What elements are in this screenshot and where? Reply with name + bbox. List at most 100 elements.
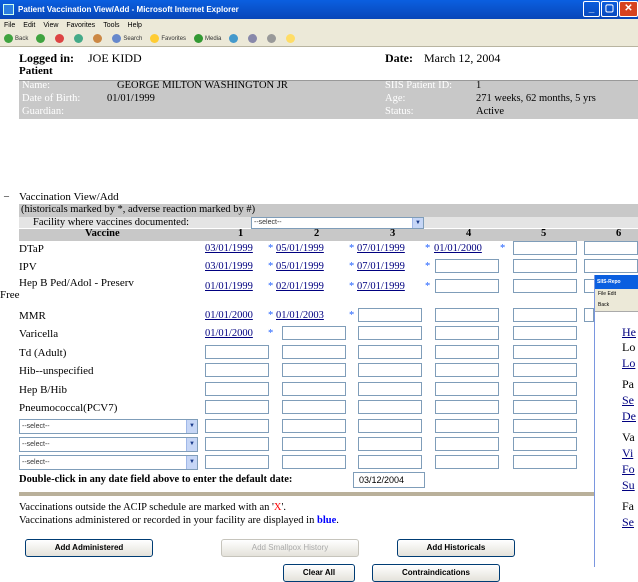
- date-input-cell[interactable]: [282, 326, 346, 340]
- date-input-cell[interactable]: [282, 437, 346, 451]
- history-button[interactable]: [229, 34, 240, 43]
- search-button[interactable]: Search: [112, 34, 142, 43]
- minimize-button[interactable]: _: [583, 1, 600, 17]
- popup-link-search[interactable]: Se: [622, 393, 634, 408]
- date-input-cell[interactable]: [435, 382, 499, 396]
- stop-button[interactable]: [55, 34, 66, 43]
- date-input-cell[interactable]: [205, 345, 269, 359]
- add-smallpox-history-button[interactable]: Add Smallpox History: [221, 539, 359, 557]
- popup-link-summary[interactable]: Su: [622, 478, 635, 493]
- date-input-cell[interactable]: [205, 400, 269, 414]
- date-input-cell[interactable]: [358, 345, 422, 359]
- date-input-cell[interactable]: [358, 326, 422, 340]
- date-input-cell[interactable]: [205, 382, 269, 396]
- date-input-cell[interactable]: [205, 455, 269, 469]
- vaccination-date-link[interactable]: 01/01/2003: [276, 310, 324, 321]
- popup-link-forecast[interactable]: Fo: [622, 462, 635, 477]
- date-input-cell[interactable]: [358, 363, 422, 377]
- date-input-cell[interactable]: [358, 455, 422, 469]
- date-input-cell[interactable]: [358, 308, 422, 322]
- vaccination-date-link[interactable]: 07/01/1999: [357, 281, 405, 292]
- facility-select[interactable]: --select-- ▼: [251, 217, 424, 229]
- vaccination-date-link[interactable]: 03/01/1999: [205, 261, 253, 272]
- menu-tools[interactable]: Tools: [103, 22, 119, 29]
- vaccination-date-link[interactable]: 05/01/1999: [276, 243, 324, 254]
- date-input-cell[interactable]: [282, 345, 346, 359]
- menu-view[interactable]: View: [43, 22, 58, 29]
- date-input-cell[interactable]: [513, 419, 577, 433]
- vaccination-date-link[interactable]: 02/01/1999: [276, 281, 324, 292]
- default-date-input[interactable]: 03/12/2004: [353, 472, 425, 488]
- date-input-cell[interactable]: [205, 419, 269, 433]
- date-input-cell[interactable]: [584, 308, 594, 322]
- date-input-cell[interactable]: [513, 382, 577, 396]
- vaccination-date-link[interactable]: 07/01/1999: [357, 261, 405, 272]
- menu-help[interactable]: Help: [128, 22, 142, 29]
- date-input-cell[interactable]: [513, 437, 577, 451]
- vaccination-date-link[interactable]: 01/01/2000: [205, 310, 253, 321]
- edit-button[interactable]: [286, 34, 297, 43]
- date-input-cell[interactable]: [435, 437, 499, 451]
- forward-button[interactable]: [36, 34, 47, 43]
- date-input-cell[interactable]: [513, 455, 577, 469]
- menu-favorites[interactable]: Favorites: [66, 22, 95, 29]
- date-input-cell[interactable]: [205, 437, 269, 451]
- date-input-cell[interactable]: [513, 363, 577, 377]
- date-input-cell[interactable]: [435, 308, 499, 322]
- date-input-cell[interactable]: [584, 259, 638, 273]
- date-input-cell[interactable]: [358, 382, 422, 396]
- refresh-button[interactable]: [74, 34, 85, 43]
- date-input-cell[interactable]: [513, 308, 577, 322]
- date-input-cell[interactable]: [513, 279, 577, 293]
- popup-link-demographics[interactable]: De: [622, 409, 636, 424]
- popup-link-home[interactable]: He: [622, 325, 636, 340]
- popup-link-logout[interactable]: Lo: [622, 356, 635, 371]
- date-input-cell[interactable]: [513, 241, 577, 255]
- back-button[interactable]: Back: [4, 34, 28, 43]
- date-input-cell[interactable]: [435, 326, 499, 340]
- menu-file[interactable]: File: [4, 22, 15, 29]
- close-button[interactable]: ✕: [619, 1, 638, 17]
- date-input-cell[interactable]: [513, 259, 577, 273]
- mail-button[interactable]: [248, 34, 259, 43]
- popup-link-settings[interactable]: Se: [622, 515, 634, 530]
- vaccine-select-2[interactable]: --select-- ▼: [19, 437, 198, 452]
- date-input-cell[interactable]: [513, 326, 577, 340]
- date-input-cell[interactable]: [584, 241, 638, 255]
- date-input-cell[interactable]: [282, 455, 346, 469]
- vaccination-date-link[interactable]: 01/01/2000: [205, 328, 253, 339]
- vaccination-date-link[interactable]: 01/01/2000: [434, 243, 482, 254]
- date-input-cell[interactable]: [513, 400, 577, 414]
- media-button[interactable]: Media: [194, 34, 221, 43]
- date-input-cell[interactable]: [435, 400, 499, 414]
- date-input-cell[interactable]: [358, 419, 422, 433]
- date-input-cell[interactable]: [435, 455, 499, 469]
- date-input-cell[interactable]: [282, 382, 346, 396]
- print-button[interactable]: [267, 34, 278, 43]
- date-input-cell[interactable]: [205, 363, 269, 377]
- add-administered-button[interactable]: Add Administered: [25, 539, 153, 557]
- date-input-cell[interactable]: [358, 400, 422, 414]
- vaccine-select-3[interactable]: --select-- ▼: [19, 455, 198, 470]
- date-input-cell[interactable]: [358, 437, 422, 451]
- date-input-cell[interactable]: [282, 363, 346, 377]
- home-button[interactable]: [93, 34, 104, 43]
- add-historicals-button[interactable]: Add Historicals: [397, 539, 515, 557]
- vaccination-date-link[interactable]: 01/01/1999: [205, 281, 253, 292]
- date-input-cell[interactable]: [435, 419, 499, 433]
- date-input-cell[interactable]: [435, 279, 499, 293]
- vaccination-date-link[interactable]: 03/01/1999: [205, 243, 253, 254]
- vaccination-date-link[interactable]: 05/01/1999: [276, 261, 324, 272]
- maximize-button[interactable]: ▢: [601, 1, 618, 17]
- date-input-cell[interactable]: [282, 419, 346, 433]
- popup-link-view[interactable]: Vi: [622, 446, 633, 461]
- date-input-cell[interactable]: [513, 345, 577, 359]
- date-input-cell[interactable]: [435, 345, 499, 359]
- date-input-cell[interactable]: [435, 363, 499, 377]
- vaccination-date-link[interactable]: 07/01/1999: [357, 243, 405, 254]
- vaccine-select-1[interactable]: --select-- ▼: [19, 419, 198, 434]
- favorites-button[interactable]: Favorites: [150, 34, 186, 43]
- date-input-cell[interactable]: [282, 400, 346, 414]
- menu-edit[interactable]: Edit: [23, 22, 35, 29]
- date-input-cell[interactable]: [435, 259, 499, 273]
